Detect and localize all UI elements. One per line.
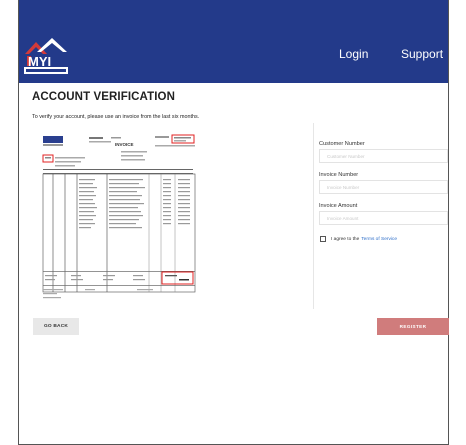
invoice-example-panel: INVOICE [27,123,314,309]
invoice-amount-input[interactable] [319,211,448,225]
invoice-number-label: Invoice Number [319,172,359,178]
page-frame: MYI Login Support ACCOUNT VERIFICATION T… [18,0,449,445]
svg-text:MYI: MYI [28,54,51,69]
customer-number-input[interactable] [319,149,448,163]
nav-support-link[interactable]: Support [401,47,443,61]
nav-login-link[interactable]: Login [339,47,368,61]
instructions-text: To verify your account, please use an in… [32,114,200,120]
invoice-amount-label: Invoice Amount [319,203,358,209]
page-title: ACCOUNT VERIFICATION [32,91,175,103]
go-back-button[interactable]: GO BACK [33,318,79,335]
terms-prefix-text: I agree to the [331,236,360,242]
myi-logo-icon: MYI [24,38,68,74]
top-header: MYI Login Support [19,0,448,83]
terms-agreement-row: I agree to the Terms of Service [320,236,397,242]
register-button[interactable]: REGISTER [377,318,449,335]
terms-checkbox[interactable] [320,236,326,242]
invoice-number-input[interactable] [319,180,448,194]
brand-logo[interactable]: MYI [23,36,69,76]
terms-of-service-link[interactable]: Terms of Service [361,237,397,242]
sample-invoice-image: INVOICE [41,133,205,304]
customer-number-label: Customer Number [319,141,365,147]
invoice-doc-label: INVOICE [115,142,134,147]
